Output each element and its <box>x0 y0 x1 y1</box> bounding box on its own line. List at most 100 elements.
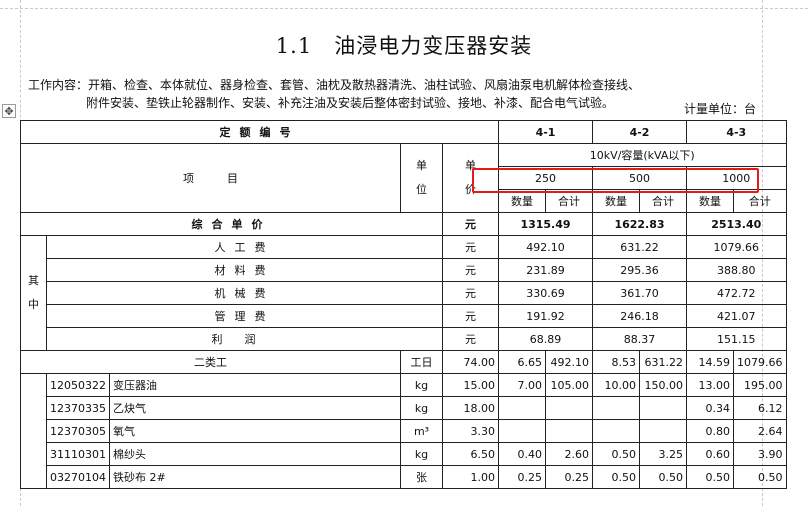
material-cell: 0.80 <box>686 419 734 443</box>
material-cell: 0.34 <box>686 396 734 420</box>
material-cell <box>498 419 546 443</box>
breakdown-value: 472.72 <box>686 281 787 305</box>
breakdown-row: 管理费 元 191.92 246.18 421.07 <box>21 304 787 328</box>
breakdown-value: 231.89 <box>498 258 593 282</box>
material-price: 18.00 <box>442 396 499 420</box>
summary-label: 综合单价 <box>20 212 443 236</box>
material-cell: 2.64 <box>733 419 787 443</box>
total-header: 合计 <box>545 189 593 213</box>
labor-cell: 14.59 <box>686 350 734 374</box>
section-title: 1.1 油浸电力变压器安装 <box>275 34 533 58</box>
labor-row: 二类工 工日 74.00 6.65 492.10 8.53 631.22 14.… <box>20 350 787 374</box>
material-cell: 10.00 <box>592 373 640 397</box>
material-row: 12050322 变压器油 kg 15.00 7.00 105.00 10.00… <box>20 373 787 489</box>
material-code: 03270104 <box>46 465 110 489</box>
breakdown-row: 机械费 元 330.69 361.70 472.72 <box>21 281 787 305</box>
labor-cell: 631.22 <box>639 350 687 374</box>
labor-cell: 8.53 <box>592 350 640 374</box>
work-content-line-1: 工作内容：开箱、检查、本体就位、器身检查、套管、油枕及散热器清洗、油柱试验、风扇… <box>28 78 641 92</box>
material-cell: 0.50 <box>592 465 640 489</box>
labor-price: 74.00 <box>442 350 499 374</box>
material-code: 12370305 <box>46 419 110 443</box>
breakdown-value: 68.89 <box>498 327 593 351</box>
material-cell <box>592 396 640 420</box>
material-unit: kg <box>400 442 443 466</box>
breakdown-unit: 元 <box>442 235 499 259</box>
quota-table: 定额编号 4-1 4-2 4-3 项 目 单位 单价 10kV/容量(kVA以下… <box>20 120 787 489</box>
material-cell <box>592 419 640 443</box>
qty-header: 数量 <box>686 189 734 213</box>
quota-code: 4-3 <box>686 120 787 144</box>
material-cell: 13.00 <box>686 373 734 397</box>
material-cell: 2.60 <box>545 442 593 466</box>
material-cell: 3.25 <box>639 442 687 466</box>
work-content-line-2: 附件安装、垫铁止轮器制作、安装、补充注油及安装后整体密封试验、接地、补漆、配合电… <box>86 96 615 110</box>
summary-value: 1622.83 <box>592 212 687 236</box>
material-row: 03270104 铁砂布 2# 张 1.00 0.25 0.25 0.50 0.… <box>21 465 787 489</box>
material-code: 12050322 <box>46 373 110 397</box>
material-name: 变压器油 <box>109 373 401 397</box>
material-cell: 6.12 <box>733 396 787 420</box>
summary-row: 综合单价 元 1315.49 1622.83 2513.40 <box>20 212 787 236</box>
material-group-cell <box>20 373 47 489</box>
work-content: 工作内容：开箱、检查、本体就位、器身检查、套管、油枕及散热器清洗、油柱试验、风扇… <box>28 76 640 112</box>
breakdown-unit: 元 <box>442 258 499 282</box>
quota-label: 定额编号 <box>20 120 499 144</box>
labor-cell: 1079.66 <box>733 350 787 374</box>
material-cell: 0.60 <box>686 442 734 466</box>
labor-cell: 492.10 <box>545 350 593 374</box>
material-cell: 0.50 <box>733 465 787 489</box>
summary-value: 1315.49 <box>498 212 593 236</box>
material-cell: 0.50 <box>639 465 687 489</box>
capacity-value: 250 <box>498 166 593 190</box>
breakdown-unit: 元 <box>442 304 499 328</box>
material-cell <box>639 419 687 443</box>
material-name: 棉纱头 <box>109 442 401 466</box>
breakdown-value: 631.22 <box>592 235 687 259</box>
breakdown-label: 管理费 <box>46 304 443 328</box>
material-cell <box>639 396 687 420</box>
material-row: 31110301 棉纱头 kg 6.50 0.40 2.60 0.50 3.25… <box>21 442 787 466</box>
total-header: 合计 <box>733 189 787 213</box>
material-name: 氧气 <box>109 419 401 443</box>
breakdown-label: 机械费 <box>46 281 443 305</box>
material-cell: 7.00 <box>498 373 546 397</box>
material-cell: 0.25 <box>545 465 593 489</box>
breakdown-value: 88.37 <box>592 327 687 351</box>
material-price: 1.00 <box>442 465 499 489</box>
material-cell: 3.90 <box>733 442 787 466</box>
material-name: 乙炔气 <box>109 396 401 420</box>
quota-code: 4-1 <box>498 120 593 144</box>
quota-code-row: 定额编号 4-1 4-2 4-3 <box>20 120 787 144</box>
breakdown-value: 388.80 <box>686 258 787 282</box>
material-cell: 0.25 <box>498 465 546 489</box>
material-name: 铁砂布 2# <box>109 465 401 489</box>
material-cell: 0.50 <box>686 465 734 489</box>
material-unit: 张 <box>400 465 443 489</box>
material-row: 12370335 乙炔气 kg 18.00 0.34 6.12 <box>21 396 787 420</box>
total-header: 合计 <box>639 189 687 213</box>
breakdown-label: 人工费 <box>46 235 443 259</box>
material-cell: 150.00 <box>639 373 687 397</box>
material-cell: 195.00 <box>733 373 787 397</box>
item-label: 项 目 <box>20 143 401 213</box>
breakdown-value: 492.10 <box>498 235 593 259</box>
page-guide-top <box>0 8 808 9</box>
breakdown-value: 330.69 <box>498 281 593 305</box>
breakdown-row: 其中 人工费 元 492.10 631.22 1079.66 <box>20 235 787 351</box>
quota-code: 4-2 <box>592 120 687 144</box>
table-move-handle-icon[interactable]: ✥ <box>2 104 16 118</box>
breakdown-value: 421.07 <box>686 304 787 328</box>
breakdown-row: 利润 元 68.89 88.37 151.15 <box>21 327 787 351</box>
breakdown-unit: 元 <box>442 281 499 305</box>
material-cell: 105.00 <box>545 373 593 397</box>
of-which-label: 其中 <box>20 235 47 351</box>
qty-header: 数量 <box>498 189 546 213</box>
measure-unit-label: 计量单位：台 <box>684 102 757 116</box>
breakdown-value: 295.36 <box>592 258 687 282</box>
breakdown-label: 材料费 <box>46 258 443 282</box>
material-row: 12370305 氧气 m³ 3.30 0.80 2.64 <box>21 419 787 443</box>
material-code: 31110301 <box>46 442 110 466</box>
material-code: 12370335 <box>46 396 110 420</box>
qty-header: 数量 <box>592 189 640 213</box>
